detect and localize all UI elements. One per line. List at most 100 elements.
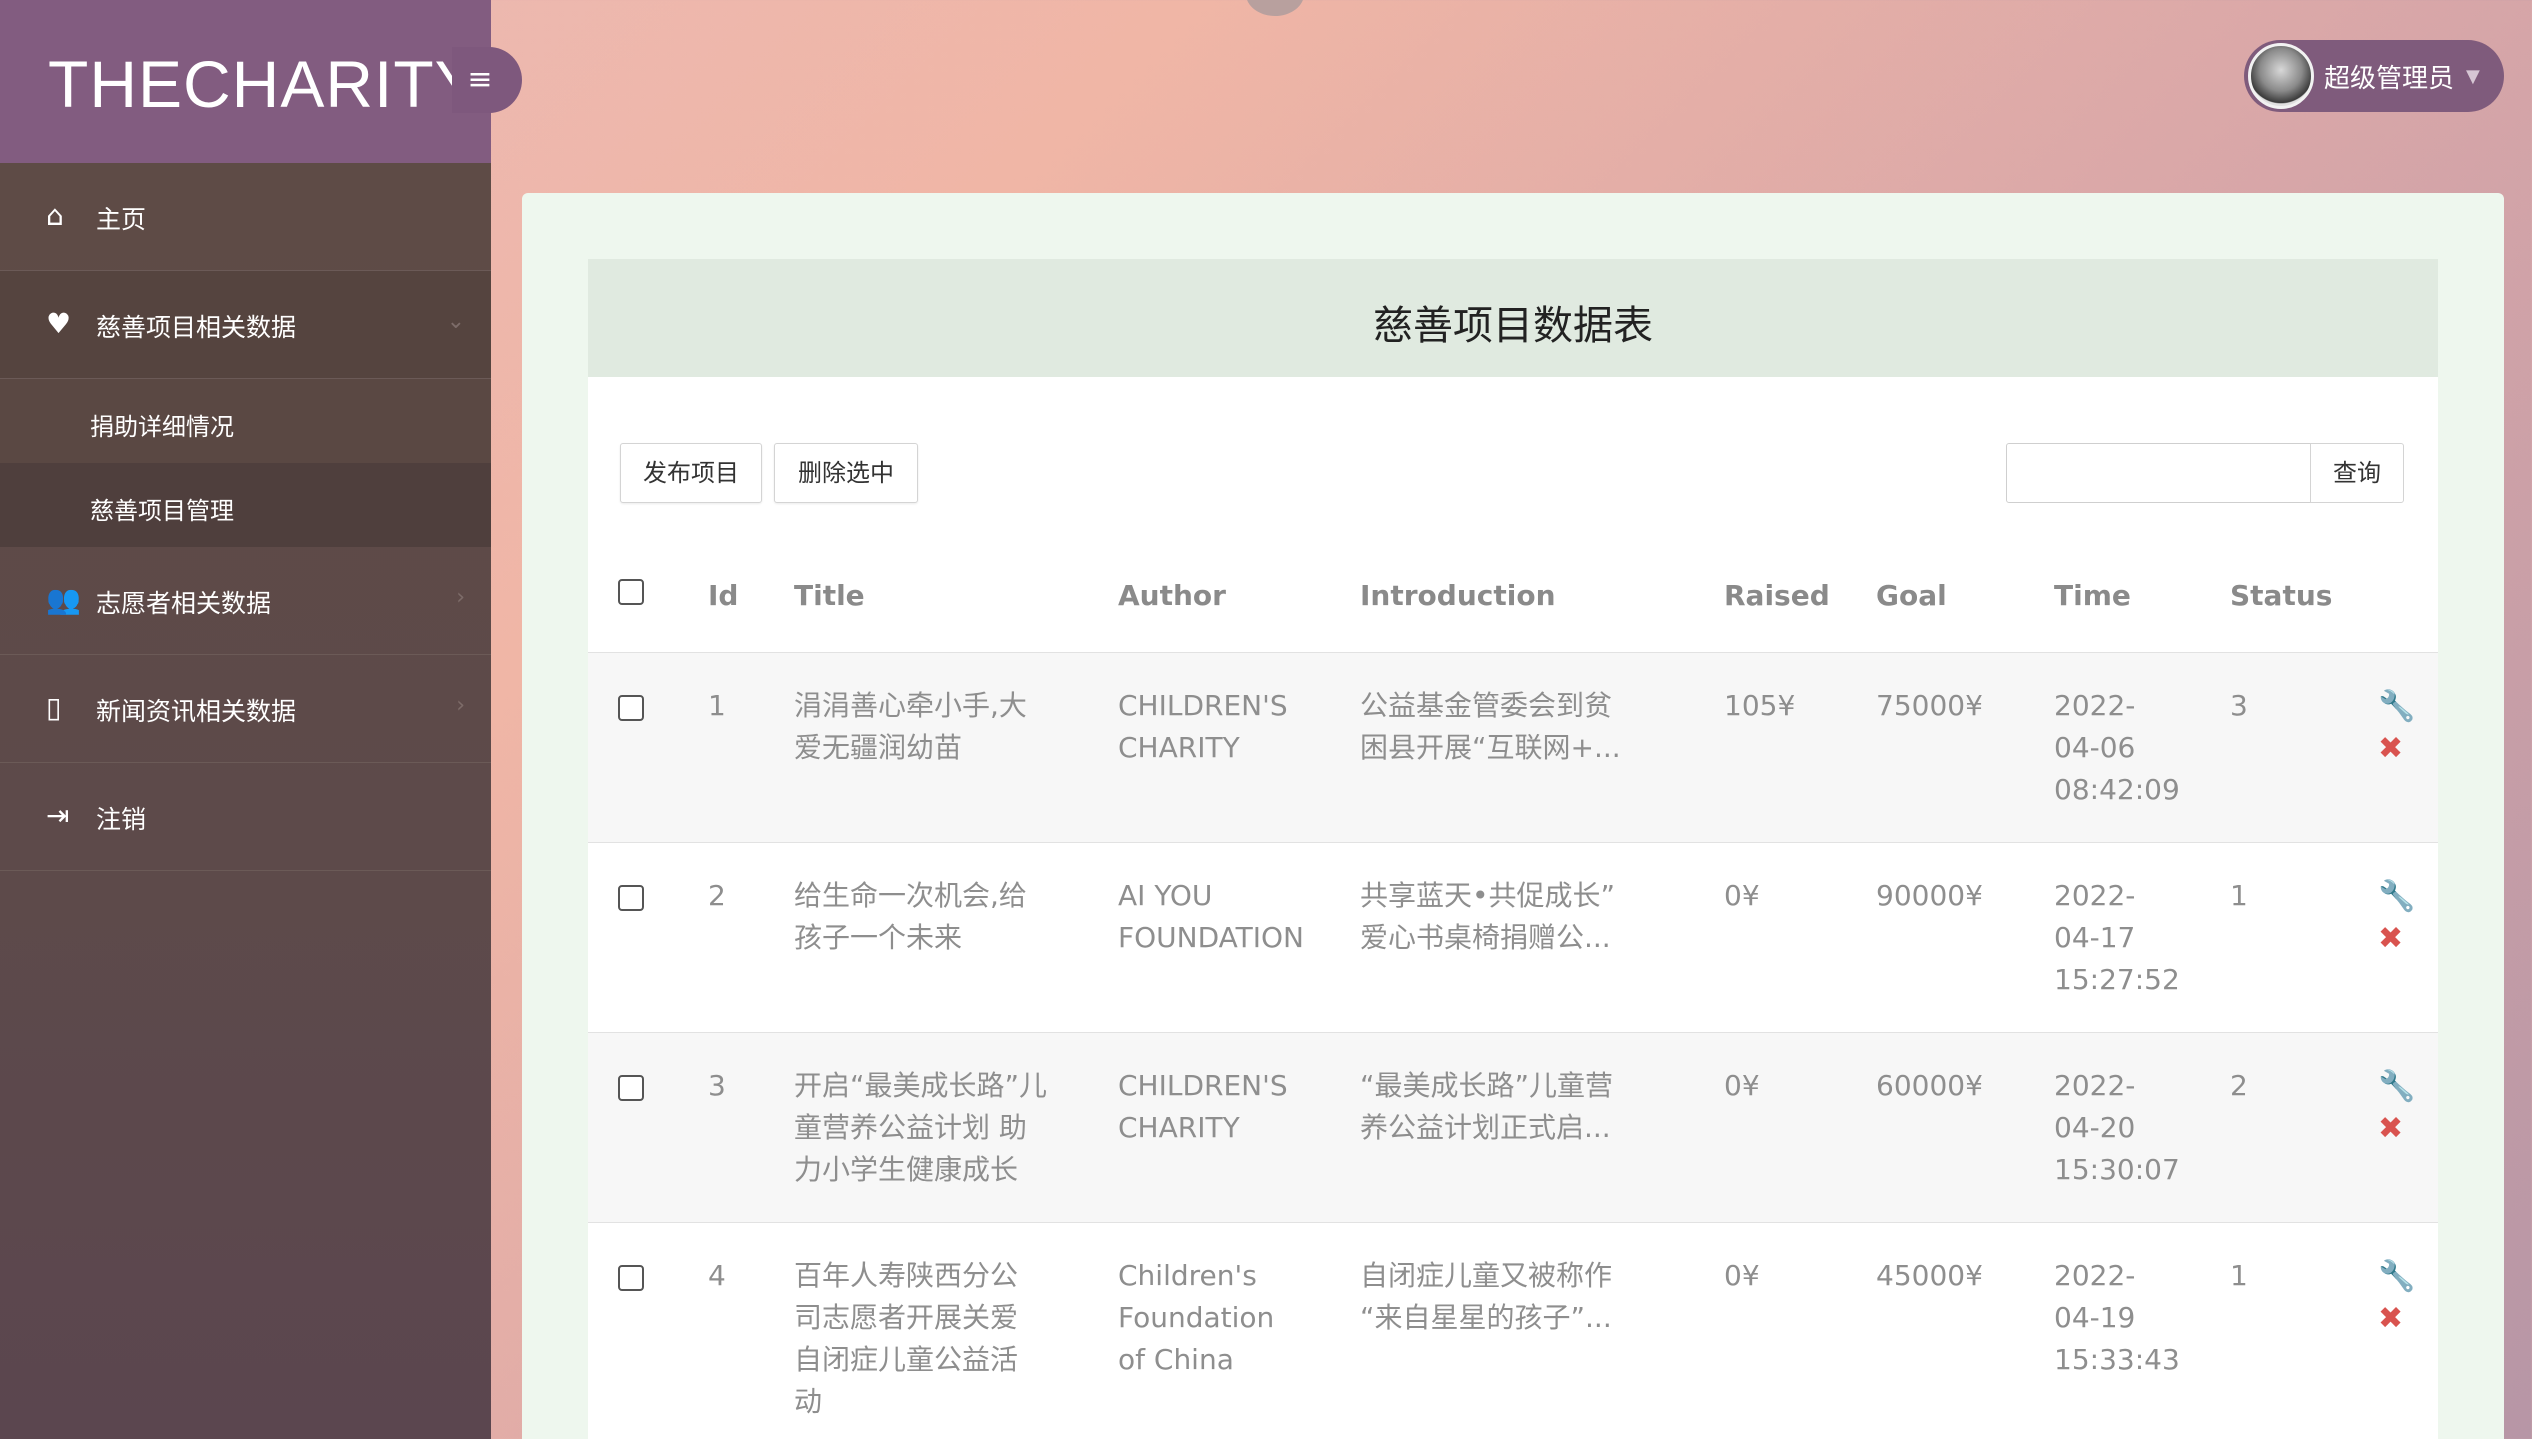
sidebar-subitem-label: 慈善项目管理 — [90, 497, 234, 525]
intro-line: 共享蓝天•共促成长” — [1360, 879, 1616, 912]
cell-title[interactable]: 开启“最美成长路”儿 童营养公益计划 助 力小学生健康成长 — [794, 1065, 1047, 1191]
users-icon: 👥 — [46, 583, 81, 616]
delete-selected-button[interactable]: 删除选中 — [774, 443, 918, 503]
cell-time: 2022- 04-17 15:27:52 — [2054, 875, 2180, 1001]
intro-line: 自闭症儿童又被称作 — [1360, 1259, 1613, 1292]
sidebar-item-label: 志愿者相关数据 — [96, 589, 272, 618]
edit-wrench-icon[interactable]: 🔧 — [2378, 689, 2415, 724]
title-line: 开启“最美成长路”儿 — [794, 1069, 1048, 1102]
row-checkbox[interactable] — [618, 1265, 644, 1291]
column-header-id: Id — [708, 579, 739, 612]
sidebar-item-label: 新闻资讯相关数据 — [96, 697, 297, 726]
time-line: 04-06 — [2054, 731, 2136, 764]
title-line: 涓涓善心牵小手,大 — [794, 689, 1027, 722]
cell-raised: 105¥ — [1724, 689, 1796, 722]
title-line: 爱无疆润幼苗 — [794, 731, 963, 764]
page-title: 慈善项目数据表 — [1373, 303, 1653, 349]
column-header-introduction: Introduction — [1360, 579, 1556, 612]
cell-author: Children's Foundation of China — [1118, 1255, 1274, 1381]
cell-title[interactable]: 给生命一次机会,给 孩子一个未来 — [794, 875, 1027, 959]
brand-bar: THECHARITY — [0, 0, 491, 163]
sidebar-item-volunteers[interactable]: 👥 志愿者相关数据 › — [0, 547, 491, 655]
cell-title[interactable]: 百年人寿陕西分公 司志愿者开展关爱 自闭症儿童公益活 动 — [794, 1255, 1018, 1423]
cell-time: 2022- 04-20 15:30:07 — [2054, 1065, 2180, 1191]
title-line: 动 — [794, 1385, 823, 1418]
row-checkbox[interactable] — [618, 885, 644, 911]
intro-line: “最美成长路”儿童营 — [1360, 1069, 1614, 1102]
table-row: 1 涓涓善心牵小手,大 爱无疆润幼苗 CHILDREN'S CHARITY 公益… — [588, 652, 2438, 842]
title-line: 孩子一个未来 — [794, 921, 963, 954]
cell-introduction: 公益基金管委会到贫 困县开展“互联网+... — [1360, 685, 1621, 769]
avatar — [2248, 43, 2314, 109]
edit-wrench-icon[interactable]: 🔧 — [2378, 1069, 2415, 1104]
cell-id: 1 — [708, 689, 726, 722]
edit-wrench-icon[interactable]: 🔧 — [2378, 1259, 2415, 1294]
time-line: 2022- — [2054, 879, 2136, 912]
intro-line: “来自星星的孩子”... — [1360, 1301, 1612, 1334]
sidebar-item-label: 主页 — [96, 205, 147, 234]
column-header-raised: Raised — [1724, 579, 1830, 612]
cell-status: 1 — [2230, 1259, 2248, 1292]
title-line: 力小学生健康成长 — [794, 1153, 1019, 1186]
author-line: of China — [1118, 1343, 1234, 1376]
brand-title[interactable]: THECHARITY — [48, 46, 480, 122]
user-name: 超级管理员 — [2324, 63, 2455, 94]
sidebar-item-home[interactable]: ⌂ 主页 — [0, 163, 491, 271]
sidebar: ⌂ 主页 ♥ 慈善项目相关数据 ⌄ 捐助详细情况 慈善项目管理 👥 志愿者相关数… — [0, 163, 491, 1439]
title-line: 自闭症儿童公益活 — [794, 1343, 1019, 1376]
time-line: 04-20 — [2054, 1111, 2136, 1144]
time-line: 2022- — [2054, 1069, 2136, 1102]
caret-down-icon: ▼ — [2466, 65, 2480, 87]
cell-time: 2022- 04-06 08:42:09 — [2054, 685, 2180, 811]
chevron-right-icon: › — [456, 693, 465, 718]
sidebar-item-charity-projects[interactable]: ♥ 慈善项目相关数据 ⌄ — [0, 271, 491, 379]
sidebar-subitem-project-management[interactable]: 慈善项目管理 — [0, 463, 491, 547]
cell-goal: 75000¥ — [1876, 689, 1983, 722]
delete-x-icon[interactable]: ✖ — [2378, 1111, 2403, 1146]
select-all-checkbox[interactable] — [618, 579, 644, 605]
cell-title[interactable]: 涓涓善心牵小手,大 爱无疆润幼苗 — [794, 685, 1027, 769]
cell-raised: 0¥ — [1724, 879, 1760, 912]
title-line: 童营养公益计划 助 — [794, 1111, 1027, 1144]
author-line: Children's — [1118, 1259, 1257, 1292]
column-header-time: Time — [2054, 579, 2131, 612]
cell-introduction: “最美成长路”儿童营 养公益计划正式启... — [1360, 1065, 1613, 1149]
delete-x-icon[interactable]: ✖ — [2378, 921, 2403, 956]
table-row: 4 百年人寿陕西分公 司志愿者开展关爱 自闭症儿童公益活 动 Children'… — [588, 1222, 2438, 1439]
time-line: 04-17 — [2054, 921, 2136, 954]
column-header-author: Author — [1118, 579, 1226, 612]
delete-x-icon[interactable]: ✖ — [2378, 1301, 2403, 1336]
sidebar-item-news[interactable]: ▯ 新闻资讯相关数据 › — [0, 655, 491, 763]
search-input[interactable] — [2006, 443, 2312, 503]
row-checkbox[interactable] — [618, 695, 644, 721]
search-button[interactable]: 查询 — [2310, 443, 2404, 503]
delete-x-icon[interactable]: ✖ — [2378, 731, 2403, 766]
time-line: 2022- — [2054, 1259, 2136, 1292]
sidebar-item-label: 慈善项目相关数据 — [96, 313, 297, 342]
user-menu[interactable]: 超级管理员 ▼ — [2244, 40, 2504, 112]
cell-author: CHILDREN'S CHARITY — [1118, 685, 1288, 769]
time-line: 15:33:43 — [2054, 1343, 2180, 1376]
author-line: CHILDREN'S — [1118, 689, 1288, 722]
sidebar-item-logout[interactable]: ⇥ 注销 — [0, 763, 491, 871]
author-line: AI YOU — [1118, 879, 1213, 912]
row-checkbox[interactable] — [618, 1075, 644, 1101]
intro-line: 困县开展“互联网+... — [1360, 731, 1621, 764]
time-line: 04-19 — [2054, 1301, 2136, 1334]
menu-toggle-button[interactable]: ≡ — [452, 47, 522, 113]
cell-status: 3 — [2230, 689, 2248, 722]
table-row: 2 给生命一次机会,给 孩子一个未来 AI YOU FOUNDATION 共享蓝… — [588, 842, 2438, 1032]
main-panel: 慈善项目数据表 发布项目 删除选中 查询 Id Title Author Int… — [522, 193, 2504, 1439]
publish-project-button[interactable]: 发布项目 — [620, 443, 762, 503]
author-line: CHILDREN'S — [1118, 1069, 1288, 1102]
edit-wrench-icon[interactable]: 🔧 — [2378, 879, 2415, 914]
cell-raised: 0¥ — [1724, 1069, 1760, 1102]
time-line: 2022- — [2054, 689, 2136, 722]
column-header-status: Status — [2230, 579, 2333, 612]
cell-author: CHILDREN'S CHARITY — [1118, 1065, 1288, 1149]
sidebar-subitem-donation-details[interactable]: 捐助详细情况 — [0, 379, 491, 463]
cell-time: 2022- 04-19 15:33:43 — [2054, 1255, 2180, 1381]
author-line: FOUNDATION — [1118, 921, 1304, 954]
cell-goal: 60000¥ — [1876, 1069, 1983, 1102]
cell-goal: 90000¥ — [1876, 879, 1983, 912]
